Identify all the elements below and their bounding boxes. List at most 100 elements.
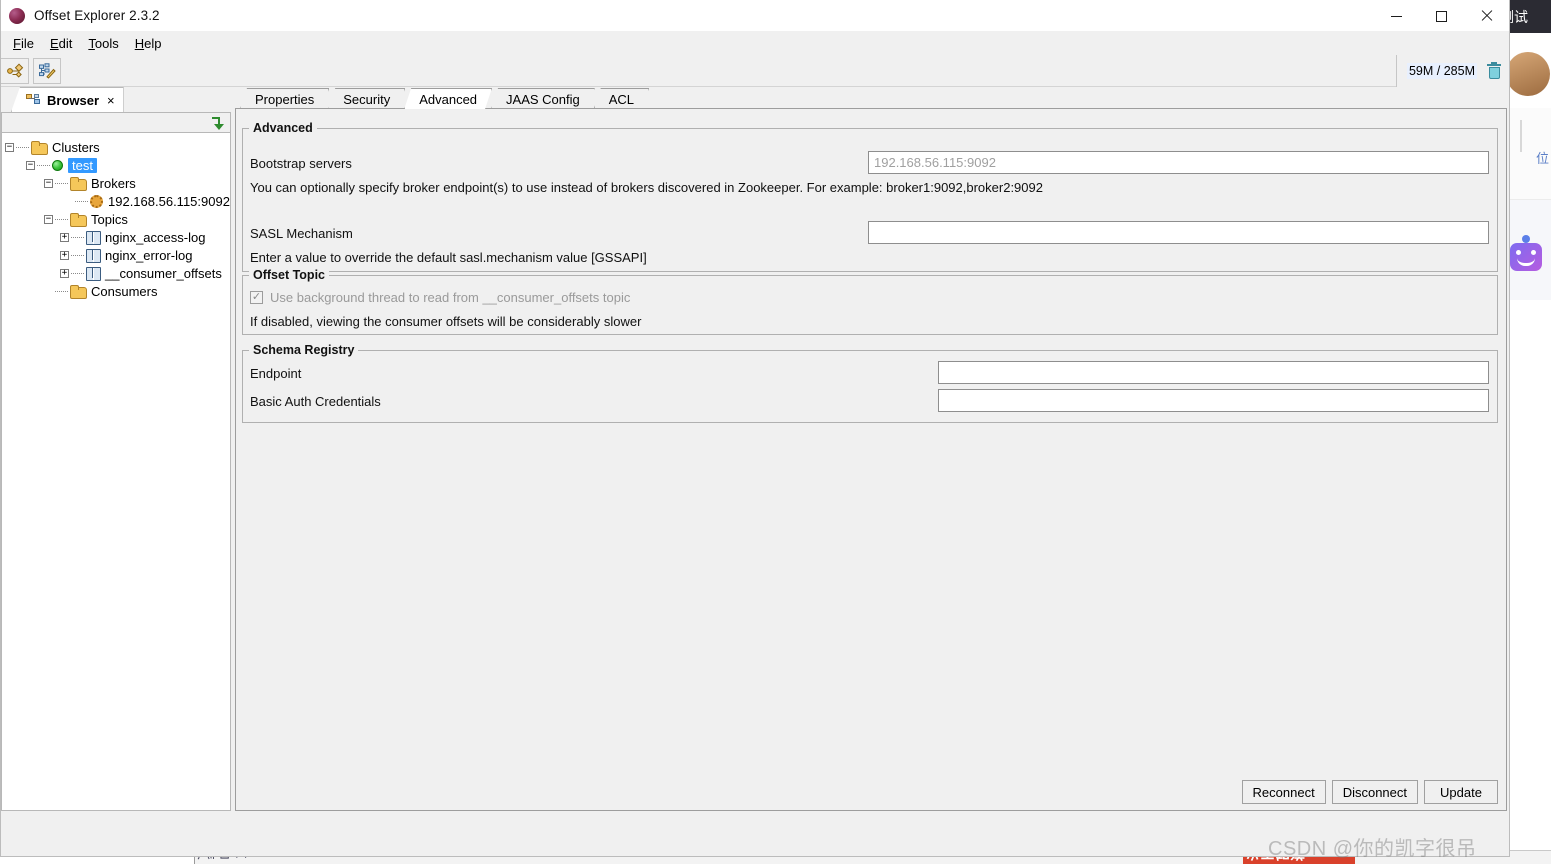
tab-advanced[interactable]: Advanced <box>404 88 492 109</box>
expander-topics[interactable]: − <box>44 214 53 224</box>
tree-connector <box>16 146 29 148</box>
tab-security[interactable]: Security <box>328 88 405 109</box>
tree-item-brokers[interactable]: − Brokers <box>2 174 230 192</box>
window-controls <box>1374 0 1509 32</box>
browser-tab-row: Browser × <box>1 87 231 112</box>
menu-tools-rest: ools <box>94 36 119 51</box>
cluster-tree[interactable]: − Clusters − test − Brokers 192.168.56.1… <box>1 132 231 811</box>
offset-topic-group-title: Offset Topic <box>249 268 329 282</box>
memory-indicator[interactable]: 59M / 285M <box>1395 55 1509 87</box>
menu-file-rest: ile <box>20 36 34 51</box>
expander-topic[interactable]: + <box>60 232 69 242</box>
tool-bar: 59M / 285M <box>1 55 1509 87</box>
expander-test[interactable]: − <box>26 160 35 170</box>
tab-browser-close-icon[interactable]: × <box>105 93 115 108</box>
tree-item-label: Consumers <box>91 283 158 299</box>
editor-tab-row: Properties Security Advanced JAAS Config… <box>235 87 1507 109</box>
tree-connector <box>37 164 50 166</box>
menu-help-rest: elp <box>144 36 162 51</box>
tree-connector <box>75 200 88 202</box>
tab-properties[interactable]: Properties <box>240 88 329 109</box>
folder-icon <box>31 140 48 155</box>
maximize-button[interactable] <box>1419 0 1464 32</box>
assistant-robot-icon[interactable] <box>1510 235 1542 271</box>
offset-topic-description: If disabled, viewing the consumer offset… <box>250 314 642 329</box>
tree-item-label: Topics <box>91 211 128 227</box>
endpoint-label: Endpoint <box>250 366 302 381</box>
expander-topic[interactable]: + <box>60 268 69 278</box>
topic-icon <box>86 230 101 245</box>
collapse-all-icon[interactable] <box>210 116 224 130</box>
background-thread-checkbox-label: Use background thread to read from __con… <box>270 290 631 305</box>
topic-icon <box>86 248 101 263</box>
offset-topic-group: Offset Topic ✓ Use background thread to … <box>242 268 1498 335</box>
window-title: Offset Explorer 2.3.2 <box>34 8 160 23</box>
menu-help[interactable]: Help <box>127 34 170 53</box>
tree-connector <box>55 290 68 292</box>
tree-connector <box>55 218 68 220</box>
background-thread-checkbox[interactable]: ✓ <box>250 291 263 304</box>
tree-item-broker-endpoint[interactable]: 192.168.56.115:9092 <box>2 192 230 210</box>
tree-item-label: test <box>63 157 97 173</box>
cluster-status-dot-icon <box>52 159 63 171</box>
sasl-mechanism-label: SASL Mechanism <box>250 226 353 241</box>
background-thread-checkbox-row[interactable]: ✓ Use background thread to read from __c… <box>250 290 630 305</box>
close-button[interactable] <box>1464 0 1509 32</box>
endpoint-input[interactable] <box>938 361 1489 384</box>
topic-icon <box>86 266 101 281</box>
reconnect-button[interactable]: Reconnect <box>1241 780 1326 804</box>
tree-item-topic[interactable]: + nginx_error-log <box>2 246 230 264</box>
tab-browser-label: Browser <box>47 92 100 108</box>
expander-brokers[interactable]: − <box>44 178 53 188</box>
menu-edit[interactable]: Edit <box>42 34 80 53</box>
bootstrap-servers-input[interactable]: 192.168.56.115:9092 <box>868 151 1489 174</box>
add-cluster-icon <box>6 62 23 78</box>
update-button[interactable]: Update <box>1424 780 1498 804</box>
menu-tools[interactable]: Tools <box>80 34 126 53</box>
background-card-text: 位 <box>1536 151 1550 166</box>
app-logo-icon <box>9 7 25 24</box>
expander-topic[interactable]: + <box>60 250 69 260</box>
add-cluster-button[interactable] <box>1 57 29 84</box>
broker-gear-icon <box>90 194 103 208</box>
expander-clusters[interactable]: − <box>5 142 14 152</box>
tree-item-clusters[interactable]: − Clusters <box>2 138 230 156</box>
tree-item-topic[interactable]: + nginx_access-log <box>2 228 230 246</box>
background-divider <box>1520 120 1522 152</box>
tree-item-label: nginx_access-log <box>105 229 206 245</box>
sasl-mechanism-input[interactable] <box>868 221 1489 244</box>
advanced-tab-content: Advanced Bootstrap servers 192.168.56.11… <box>235 108 1507 811</box>
robot-mouth-icon <box>1517 258 1535 266</box>
schema-registry-group: Schema Registry Endpoint Basic Auth Cred… <box>242 343 1498 423</box>
tree-item-topic[interactable]: + __consumer_offsets <box>2 264 230 282</box>
tab-browser[interactable]: Browser × <box>11 87 124 112</box>
tree-item-consumers[interactable]: Consumers <box>2 282 230 300</box>
disconnect-button[interactable]: Disconnect <box>1331 780 1418 804</box>
edit-cluster-button[interactable] <box>33 57 61 84</box>
folder-icon <box>70 176 87 191</box>
tree-connector <box>71 254 84 256</box>
trash-icon[interactable] <box>1487 61 1501 79</box>
title-bar: Offset Explorer 2.3.2 <box>1 0 1509 32</box>
schema-registry-group-title: Schema Registry <box>249 343 359 357</box>
tree-item-topics[interactable]: − Topics <box>2 210 230 228</box>
basic-auth-credentials-input[interactable] <box>938 389 1489 412</box>
bootstrap-servers-description: You can optionally specify broker endpoi… <box>250 180 1043 195</box>
tree-item-label: __consumer_offsets <box>105 265 222 281</box>
tree-item-label: nginx_error-log <box>105 247 193 263</box>
tree-item-label: 192.168.56.115:9092 <box>108 193 230 209</box>
tab-acl[interactable]: ACL <box>594 88 649 109</box>
memory-usage-text: 59M / 285M <box>1406 63 1477 79</box>
tree-connector <box>55 182 68 184</box>
menu-edit-rest: dit <box>58 36 73 51</box>
tree-item-test[interactable]: − test <box>2 156 230 174</box>
minimize-button[interactable] <box>1374 0 1419 32</box>
advanced-group: Advanced Bootstrap servers 192.168.56.11… <box>242 121 1498 272</box>
browser-tree-icon <box>26 93 41 107</box>
menu-bar: File Edit Tools Help <box>1 32 1509 55</box>
menu-file[interactable]: File <box>5 34 42 53</box>
sasl-mechanism-description: Enter a value to override the default sa… <box>250 250 647 265</box>
close-icon <box>1481 10 1493 22</box>
tree-item-label: Brokers <box>91 175 136 191</box>
tab-jaas-config[interactable]: JAAS Config <box>491 88 595 109</box>
